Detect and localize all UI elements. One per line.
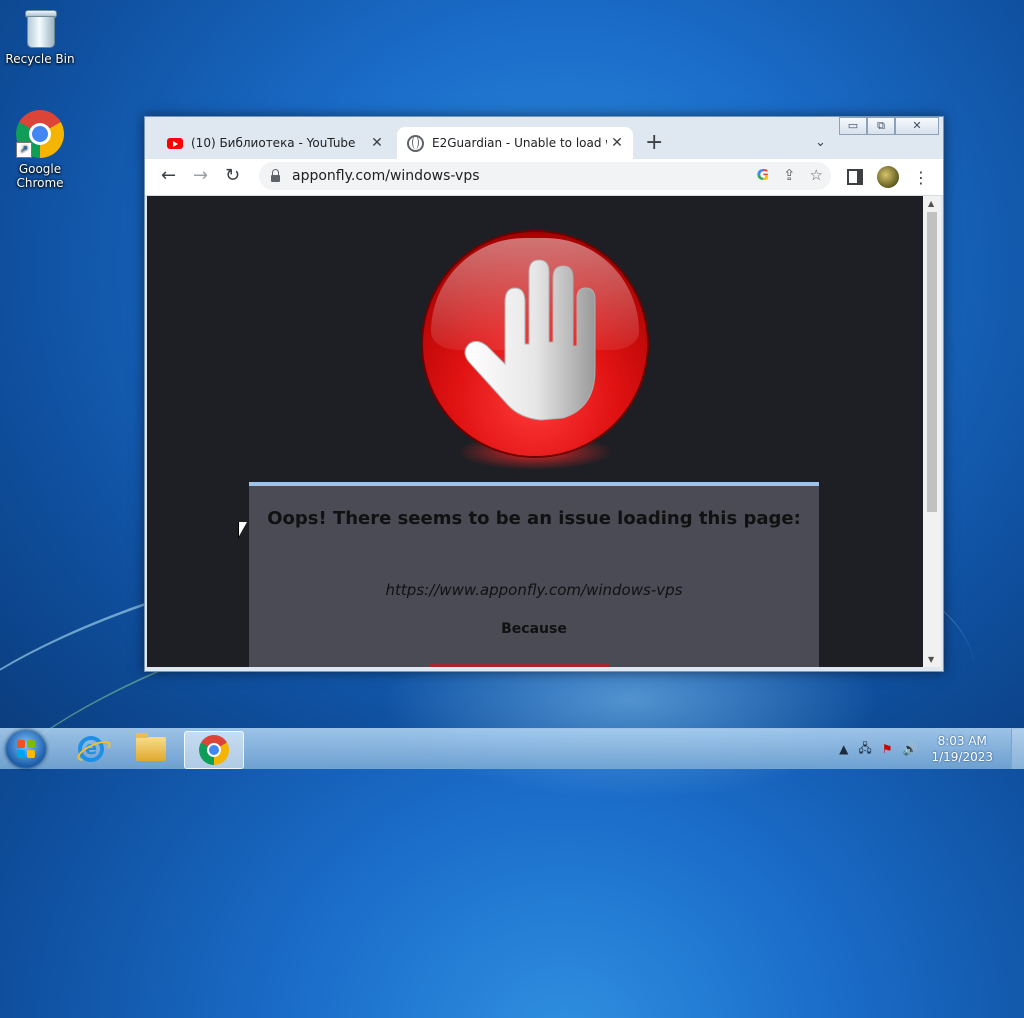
stop-hand-icon	[423, 232, 647, 456]
browser-window[interactable]: ▭ ⧉ ✕ (10) Библиотека - YouTube ✕ E2Guar…	[144, 116, 944, 672]
scroll-down-icon[interactable]: ▼	[928, 655, 934, 664]
browser-toolbar: ← → ↻ apponfly.com/windows-vps G ⇪ ☆ ⋮	[145, 159, 943, 196]
side-panel-icon[interactable]	[847, 169, 863, 185]
tab-close-button[interactable]: ✕	[367, 135, 387, 151]
action-center-flag-icon[interactable]: ⚑	[882, 742, 893, 756]
tab-title: (10) Библиотека - YouTube	[191, 136, 356, 150]
clock-date: 1/19/2023	[931, 750, 993, 764]
error-panel: Oops! There seems to be an issue loading…	[249, 482, 819, 667]
start-button[interactable]	[6, 730, 46, 768]
network-icon[interactable]: 🖧	[858, 739, 871, 760]
address-text: apponfly.com/windows-vps	[292, 168, 480, 184]
blocked-url: https://www.apponfly.com/windows-vps	[385, 581, 683, 599]
share-icon[interactable]: ⇪	[783, 166, 796, 184]
taskbar-internet-explorer[interactable]: e	[62, 731, 120, 767]
folder-icon	[136, 733, 166, 761]
vertical-scrollbar[interactable]: ▲ ▼	[923, 196, 941, 667]
volume-icon[interactable]: 🔊	[903, 742, 918, 756]
desktop-icon-label: Google Chrome	[16, 162, 64, 190]
lock-icon[interactable]	[271, 168, 280, 182]
chrome-icon	[199, 735, 229, 765]
internet-explorer-icon: e	[78, 736, 104, 762]
google-lens-icon[interactable]: G	[757, 166, 769, 184]
forward-arrow-icon[interactable]: →	[193, 166, 208, 186]
profile-avatar[interactable]	[877, 166, 899, 188]
windows-logo-icon	[17, 740, 35, 758]
mouse-pointer-icon	[238, 522, 247, 538]
recycle-bin-icon	[23, 6, 57, 48]
page-viewport: Oops! There seems to be an issue loading…	[147, 196, 923, 667]
taskbar: e ▲ 🖧 ⚑ 🔊 8:03 AM 1/19/2023	[0, 728, 1024, 769]
chrome-icon: ↗	[16, 110, 64, 158]
tab-title: E2Guardian - Unable to load web	[432, 136, 607, 150]
tab-youtube[interactable]: (10) Библиотека - YouTube ✕	[157, 127, 393, 159]
scroll-thumb[interactable]	[927, 212, 937, 512]
taskbar-windows-explorer[interactable]	[122, 731, 180, 767]
menu-kebab-icon[interactable]: ⋮	[913, 168, 929, 187]
globe-icon	[407, 134, 424, 152]
desktop-icon-recycle-bin[interactable]: Recycle Bin	[0, 6, 80, 66]
tab-e2guardian[interactable]: E2Guardian - Unable to load web ✕	[397, 127, 633, 159]
reason-text-partial	[429, 664, 609, 667]
show-hidden-icons-icon[interactable]: ▲	[839, 742, 848, 756]
show-desktop-button[interactable]	[1011, 729, 1024, 769]
back-arrow-icon[interactable]: ←	[161, 166, 176, 186]
desktop-icon-label: Recycle Bin	[5, 52, 75, 66]
bookmark-star-icon[interactable]: ☆	[810, 166, 823, 184]
youtube-icon	[167, 137, 183, 149]
clock-time: 8:03 AM	[937, 734, 987, 748]
reload-icon[interactable]: ↻	[225, 166, 240, 186]
clock[interactable]: 8:03 AM 1/19/2023	[931, 733, 993, 765]
tab-strip: (10) Библиотека - YouTube ✕ E2Guardian -…	[145, 121, 943, 159]
because-label: Because	[501, 621, 567, 637]
new-tab-button[interactable]: +	[645, 132, 663, 154]
desktop-icon-google-chrome[interactable]: ↗ Google Chrome	[0, 110, 80, 190]
tab-search-button[interactable]: ⌄	[815, 135, 826, 150]
address-bar[interactable]: apponfly.com/windows-vps G ⇪ ☆	[259, 162, 831, 190]
system-tray: ▲ 🖧 ⚑ 🔊 8:03 AM 1/19/2023	[839, 729, 1024, 769]
scroll-up-icon[interactable]: ▲	[928, 199, 934, 208]
taskbar-google-chrome[interactable]	[184, 731, 244, 769]
tab-close-button[interactable]: ✕	[607, 135, 627, 151]
error-heading: Oops! There seems to be an issue loading…	[267, 508, 801, 529]
shortcut-arrow-icon: ↗	[16, 142, 32, 158]
